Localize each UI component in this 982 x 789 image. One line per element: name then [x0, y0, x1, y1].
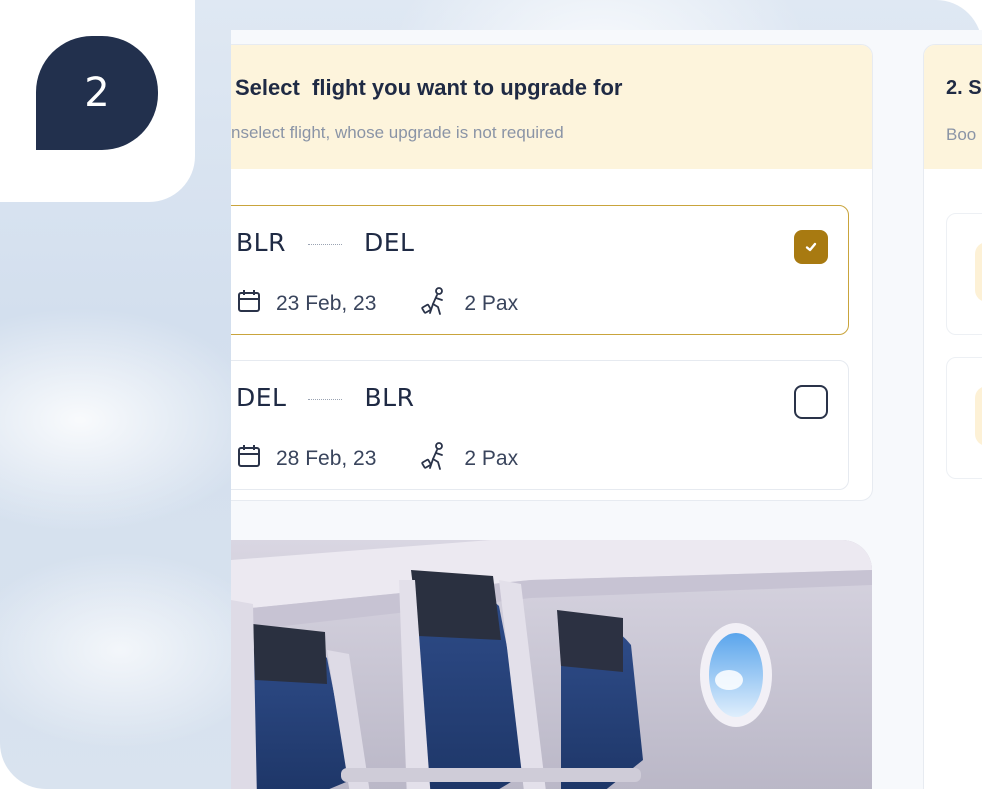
flight-select-checkbox[interactable] [794, 230, 828, 264]
calendar-icon [236, 443, 262, 475]
passenger-icon [420, 286, 450, 322]
flight-select-checkbox[interactable] [794, 385, 828, 419]
flight-selection-subtitle: nselect flight, whose upgrade is not req… [231, 123, 564, 142]
next-step-title: 2. S [946, 77, 982, 99]
upgrade-app: Select flight you want to upgrade for ns… [231, 30, 982, 789]
checkmark-icon [805, 242, 817, 252]
pax-count: 2 Pax [464, 292, 519, 315]
next-step-panel: 2. S Boo [923, 44, 982, 789]
origin-code: DEL [236, 383, 287, 412]
flight-selection-header: Select flight you want to upgrade for ns… [231, 45, 872, 169]
flight-selection-panel: Select flight you want to upgrade for ns… [231, 44, 873, 501]
flight-selection-title: Select flight you want to upgrade for [235, 75, 623, 100]
calendar-icon [236, 288, 262, 320]
flight-meta: 23 Feb, 23 2 Pax [236, 286, 518, 322]
step-badge: 2 [36, 36, 158, 150]
route-dotted-line [307, 244, 342, 245]
route-dotted-line [308, 399, 343, 400]
pax-count: 2 Pax [464, 447, 519, 470]
flight-route: DEL BLR [236, 383, 414, 412]
destination-code: DEL [363, 228, 415, 257]
step-number: 2 [84, 70, 110, 116]
option-card-image [975, 386, 982, 446]
option-card[interactable] [946, 357, 982, 479]
next-step-header: 2. S Boo [924, 45, 982, 169]
flight-card-del-blr[interactable]: DEL BLR 28 Feb, 23 2 Pax [231, 360, 849, 490]
passenger-icon [420, 441, 450, 477]
next-step-subtitle: Boo [946, 125, 977, 144]
flight-date: 23 Feb, 23 [276, 292, 377, 315]
flight-date: 28 Feb, 23 [276, 447, 377, 470]
destination-code: BLR [364, 383, 415, 412]
cabin-image [231, 540, 872, 789]
option-card-image [975, 242, 982, 302]
flight-route: BLR DEL [236, 228, 414, 257]
flight-card-blr-del[interactable]: BLR DEL 23 Feb, 23 2 Pax [231, 205, 849, 335]
cabin-illustration [231, 540, 872, 789]
origin-code: BLR [236, 228, 286, 257]
flight-meta: 28 Feb, 23 2 Pax [236, 441, 518, 477]
option-card[interactable] [946, 213, 982, 335]
